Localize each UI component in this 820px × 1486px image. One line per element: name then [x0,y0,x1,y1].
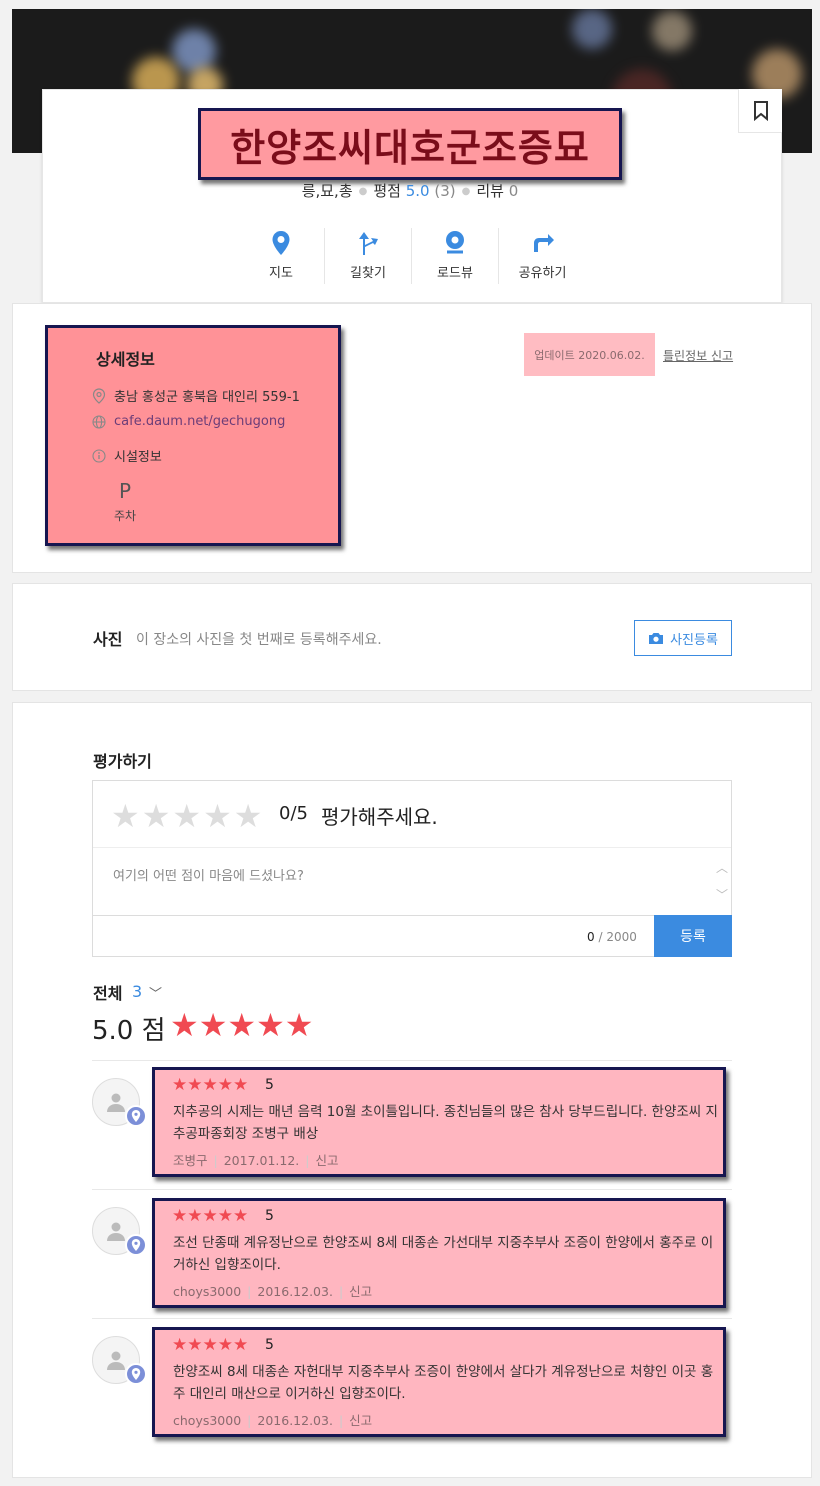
char-count: 0 / 2000 [587,930,637,944]
chevron-down-icon[interactable]: ﹀ [149,983,162,1002]
total-label[interactable]: 전체 [93,980,122,1004]
review-meta: 조병구 | 2017.01.12. | 신고 [173,1153,339,1168]
place-pin-icon [125,1234,147,1256]
review-label: 리뷰 [476,182,504,200]
review-score: 5 [265,1077,274,1093]
info-icon [92,448,106,463]
directions-icon [359,232,378,255]
directions-button[interactable]: 길찾기 [325,228,412,284]
review-date: 2016.12.03. [257,1413,333,1428]
divider [93,847,731,848]
roadview-button[interactable]: 로드뷰 [412,228,499,284]
star-rating-input[interactable]: ★★★★★ [111,797,264,835]
map-button[interactable]: 지도 [238,228,325,284]
review-text: 조선 단종때 계유정난으로 한양조씨 8세 대종손 가선대부 지중추부사 조증이… [173,1235,714,1273]
bookmark-icon [753,100,768,121]
rating-value[interactable]: 5.0 [406,182,430,200]
address-text: 충남 홍성군 홍북읍 대인리 559-1 [114,390,300,405]
place-pin-icon [125,1105,147,1127]
average-rating: 5.0 점 [92,1016,166,1046]
review-meta: choys3000 | 2016.12.03. | 신고 [173,1284,373,1299]
review-report-link[interactable]: 신고 [349,1413,372,1428]
place-title: 한양조씨대호군조증묘 [230,125,590,170]
review-stars: ★★★★★ [172,1206,249,1226]
review-textarea[interactable]: 여기의 어떤 점이 마음에 드셨나요? [113,865,304,884]
location-icon [92,387,106,404]
facility-label: 시설정보 [114,450,162,465]
facility-row: 시설정보 [92,446,162,465]
chevron-down-icon[interactable]: ﹀ [716,886,728,903]
detail-title: 상세정보 [96,350,155,369]
map-pin-icon [272,231,290,255]
report-wrong-info-link[interactable]: 틀린정보 신고 [663,347,733,364]
review-meta: choys3000 | 2016.12.03. | 신고 [173,1413,373,1428]
website-row[interactable]: cafe.daum.net/gechugong [92,414,285,429]
rating-label: 평점 [373,182,401,200]
photo-desc: 이 장소의 사진을 첫 번째로 등록해주세요. [136,632,382,648]
review-author[interactable]: choys3000 [173,1413,241,1428]
char-count-max: / 2000 [598,930,637,944]
add-photo-button[interactable]: 사진등록 [634,620,732,656]
review-author[interactable]: 조병구 [173,1153,208,1168]
bookmark-button[interactable] [738,89,782,133]
rating-count: (3) [434,182,456,200]
review-text: 지추공의 시제는 매년 음력 10월 초이틀입니다. 종친님들의 많은 참사 당… [173,1104,718,1142]
char-count-current: 0 [587,930,595,944]
divider [92,1318,732,1319]
parking-icon: P [119,479,132,503]
review-score: 5 [265,1337,274,1353]
review-stars: ★★★★★ [172,1075,249,1095]
user-icon [107,1351,125,1370]
parking-label: 주차 [114,509,137,523]
directions-label: 길찾기 [350,266,386,281]
roadview-icon [446,231,464,254]
place-pin-icon [125,1363,147,1385]
address-row: 충남 홍성군 홍북읍 대인리 559-1 [92,386,300,405]
map-label: 지도 [269,266,293,281]
rate-title: 평가하기 [93,752,152,771]
submit-review-button[interactable]: 등록 [654,915,732,957]
share-icon [533,234,554,252]
place-actions: 지도 길찾기 로드뷰 공유하기 [238,228,586,284]
review-item: ★★★★★ 5 조선 단종때 계유정난으로 한양조씨 8세 대종손 가선대부 지… [152,1198,726,1308]
rating-hint: 평가해주세요. [321,805,438,829]
website-link[interactable]: cafe.daum.net/gechugong [114,414,285,429]
rating-score: 0/5 [279,803,308,824]
divider [92,1060,732,1061]
user-icon [107,1222,125,1241]
roadview-label: 로드뷰 [437,266,473,281]
share-button[interactable]: 공유하기 [499,228,586,284]
review-report-link[interactable]: 신고 [316,1153,339,1168]
review-score: 5 [265,1208,274,1224]
review-date: 2017.01.12. [223,1153,300,1168]
review-date: 2016.12.03. [257,1284,333,1299]
place-category: 릉,묘,총 [301,182,353,200]
textarea-scrollbar[interactable]: ︿ ﹀ [715,859,729,903]
average-stars: ★★★★★ [170,1006,314,1044]
place-title-box: 한양조씨대호군조증묘 [198,108,622,180]
detail-info-box: 상세정보 충남 홍성군 홍북읍 대인리 559-1 cafe.daum.net/… [45,325,341,546]
review-count[interactable]: 0 [509,182,519,200]
review-stars: ★★★★★ [172,1335,249,1355]
total-count[interactable]: 3 [132,982,142,1001]
review-report-link[interactable]: 신고 [349,1284,372,1299]
add-photo-label: 사진등록 [670,632,718,648]
divider [92,1189,732,1190]
review-item: ★★★★★ 5 한양조씨 8세 대종손 자헌대부 지중추부사 조증이 한양에서 … [152,1327,726,1437]
divider [93,915,731,916]
globe-icon [92,414,106,429]
chevron-up-icon[interactable]: ︿ [716,859,728,876]
photo-title: 사진 [93,630,123,649]
review-author[interactable]: choys3000 [173,1284,241,1299]
rating-form: ★★★★★ 0/5 평가해주세요. 여기의 어떤 점이 마음에 드셨나요? ︿ … [92,780,732,957]
review-text: 한양조씨 8세 대종손 자헌대부 지중추부사 조증이 한양에서 살다가 계유정난… [173,1364,714,1402]
update-date: 업데이트 2020.06.02. [524,333,655,376]
parking-facility: P 주차 [114,479,136,524]
review-item: ★★★★★ 5 지추공의 시제는 매년 음력 10월 초이틀입니다. 종친님들의… [152,1067,726,1177]
place-meta: 릉,묘,총 ● 평점 5.0 (3) ● 리뷰 0 [301,182,519,200]
share-label: 공유하기 [518,266,567,281]
user-icon [107,1093,125,1112]
camera-icon [649,632,664,644]
